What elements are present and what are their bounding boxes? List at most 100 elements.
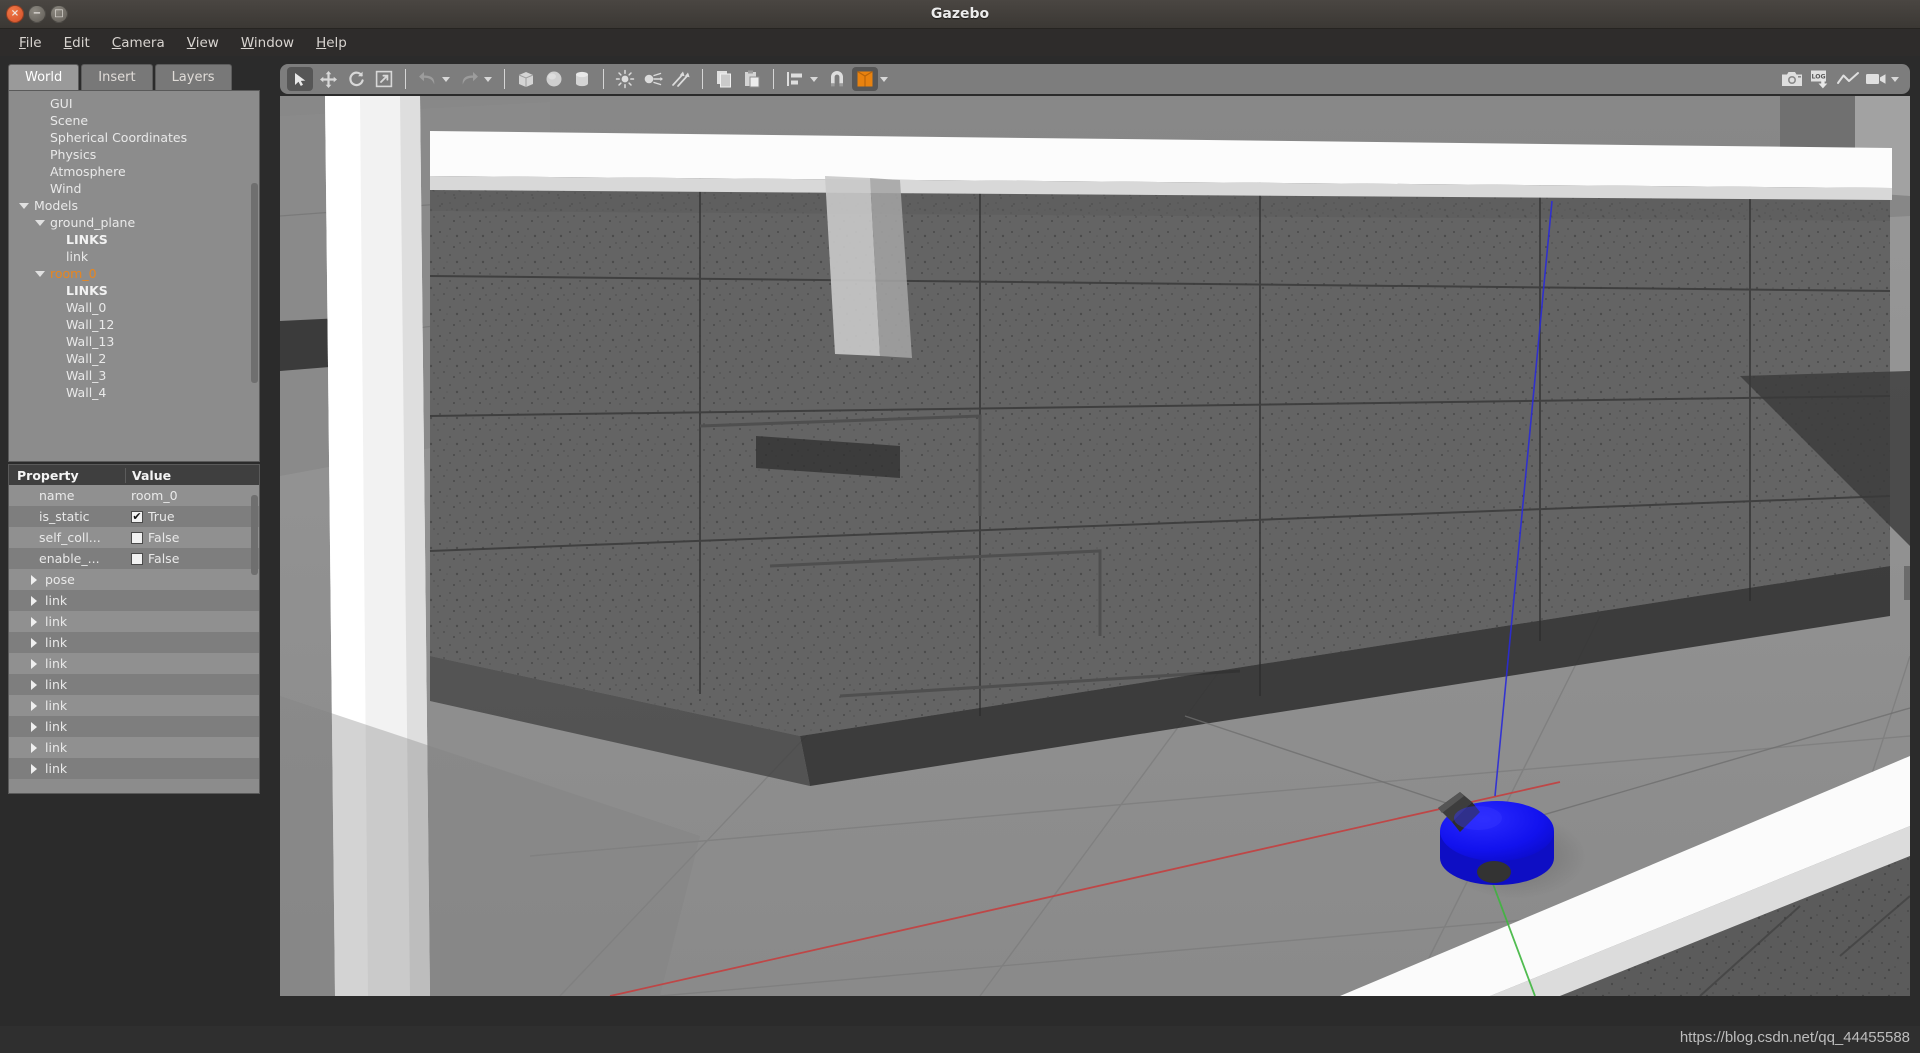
chevron-right-icon[interactable] xyxy=(31,763,37,774)
expandable-property-row[interactable]: link xyxy=(9,632,259,653)
scale-mode-button[interactable] xyxy=(371,67,397,91)
tree-item-models[interactable]: Models xyxy=(9,197,259,214)
align-dropdown-caret[interactable] xyxy=(810,76,818,82)
tree-item-atmosphere[interactable]: Atmosphere xyxy=(9,163,259,180)
snap-button[interactable] xyxy=(824,67,850,91)
chevron-right-icon[interactable] xyxy=(31,658,37,669)
chevron-right-icon[interactable] xyxy=(31,637,37,648)
property-value[interactable]: False xyxy=(125,548,259,569)
tree-item-label: Wall_13 xyxy=(66,334,115,349)
expandable-property-row[interactable]: link xyxy=(9,611,259,632)
property-value[interactable]: room_0 xyxy=(125,485,259,506)
expandable-property-row[interactable]: pose xyxy=(9,569,259,590)
tree-item-spherical-coordinates[interactable]: Spherical Coordinates xyxy=(9,129,259,146)
expandable-property-row[interactable]: link xyxy=(9,737,259,758)
property-row[interactable]: name room_0 xyxy=(9,485,259,506)
tree-item-wind[interactable]: Wind xyxy=(9,180,259,197)
tree-item-wall-3[interactable]: Wall_3 xyxy=(9,367,259,384)
menu-file[interactable]: File xyxy=(8,32,53,54)
undo-dropdown-caret[interactable] xyxy=(442,76,450,82)
redo-dropdown-caret[interactable] xyxy=(484,76,492,82)
view-angle-dropdown-caret[interactable] xyxy=(880,76,888,82)
chevron-right-icon[interactable] xyxy=(31,679,37,690)
property-value[interactable]: ✔ True xyxy=(125,506,259,527)
align-button[interactable] xyxy=(782,67,808,91)
tree-item-ground-plane[interactable]: ground_plane xyxy=(9,214,259,231)
scale-icon xyxy=(375,70,393,88)
chevron-right-icon[interactable] xyxy=(31,616,37,627)
view-angle-button[interactable] xyxy=(852,67,878,91)
expandable-property-row[interactable]: link xyxy=(9,716,259,737)
chevron-right-icon[interactable] xyxy=(31,595,37,606)
tree-item-wall-4[interactable]: Wall_4 xyxy=(9,384,259,401)
property-value[interactable]: False xyxy=(125,527,259,548)
tree-item-wall-0[interactable]: Wall_0 xyxy=(9,299,259,316)
tree-item-link[interactable]: link xyxy=(9,248,259,265)
tree-item-links[interactable]: LINKS xyxy=(9,282,259,299)
tree-item-room-0[interactable]: room_0 xyxy=(9,265,259,282)
video-record-button[interactable] xyxy=(1863,67,1889,91)
insert-sphere-button[interactable] xyxy=(541,67,567,91)
menu-camera[interactable]: Camera xyxy=(101,32,176,54)
expandable-property-row[interactable]: link xyxy=(9,758,259,779)
insert-cylinder-button[interactable] xyxy=(569,67,595,91)
tree-item-gui[interactable]: GUI xyxy=(9,95,259,112)
expandable-property-row[interactable]: link xyxy=(9,653,259,674)
redo-button[interactable] xyxy=(456,67,482,91)
tab-layers[interactable]: Layers xyxy=(154,64,232,91)
chevron-down-icon[interactable] xyxy=(35,270,45,277)
property-scrollbar[interactable] xyxy=(251,495,258,575)
toolbar-separator-4 xyxy=(702,69,703,89)
menu-view[interactable]: View xyxy=(176,32,230,54)
tree-item-wall-2[interactable]: Wall_2 xyxy=(9,350,259,367)
checkbox-unchecked-icon[interactable] xyxy=(131,531,143,544)
property-row[interactable]: enable_... False xyxy=(9,548,259,569)
expandable-property-row[interactable]: link xyxy=(9,695,259,716)
tree-item-label: Wall_3 xyxy=(66,368,107,383)
select-mode-button[interactable] xyxy=(287,67,313,91)
menu-help[interactable]: Help xyxy=(305,32,358,54)
chevron-right-icon[interactable] xyxy=(31,742,37,753)
translate-mode-button[interactable] xyxy=(315,67,341,91)
checkbox-unchecked-icon[interactable] xyxy=(131,552,143,565)
plot-button[interactable] xyxy=(1835,67,1861,91)
rotate-mode-button[interactable] xyxy=(343,67,369,91)
property-row[interactable]: is_static ✔ True xyxy=(9,506,259,527)
video-dropdown-caret[interactable] xyxy=(1891,76,1899,82)
chevron-right-icon[interactable] xyxy=(31,700,37,711)
paste-button[interactable] xyxy=(739,67,765,91)
menu-window[interactable]: Window xyxy=(230,32,305,54)
tree-scrollbar[interactable] xyxy=(251,183,258,383)
screenshot-button[interactable] xyxy=(1779,67,1805,91)
menu-edit[interactable]: Edit xyxy=(53,32,101,54)
tree-item-physics[interactable]: Physics xyxy=(9,146,259,163)
tab-world[interactable]: World xyxy=(8,64,80,91)
expandable-property-row[interactable]: link xyxy=(9,590,259,611)
chevron-down-icon[interactable] xyxy=(19,202,29,209)
tree-item-label: Wall_2 xyxy=(66,351,107,366)
insert-box-button[interactable] xyxy=(513,67,539,91)
property-value-text: False xyxy=(148,530,180,545)
tree-item-wall-13[interactable]: Wall_13 xyxy=(9,333,259,350)
toolbar-separator-2 xyxy=(504,69,505,89)
tree-item-links[interactable]: LINKS xyxy=(9,231,259,248)
3d-viewport[interactable] xyxy=(280,96,1910,996)
property-row[interactable]: self_coll... False xyxy=(9,527,259,548)
log-data-button[interactable]: LOG xyxy=(1807,67,1833,91)
insert-point-light-button[interactable] xyxy=(612,67,638,91)
viewport-scrollbar[interactable] xyxy=(1904,566,1910,600)
insert-spot-light-button[interactable] xyxy=(640,67,666,91)
chevron-down-icon[interactable] xyxy=(35,219,45,226)
tab-insert[interactable]: Insert xyxy=(81,64,153,91)
checkbox-checked-icon[interactable]: ✔ xyxy=(131,510,143,523)
tree-item-scene[interactable]: Scene xyxy=(9,112,259,129)
point-light-icon xyxy=(615,69,635,89)
world-tree[interactable]: GUI Scene Spherical Coordinates Physics Atmo… xyxy=(8,90,260,462)
undo-button[interactable] xyxy=(414,67,440,91)
chevron-right-icon[interactable] xyxy=(31,574,37,585)
chevron-right-icon[interactable] xyxy=(31,721,37,732)
copy-button[interactable] xyxy=(711,67,737,91)
expandable-property-row[interactable]: link xyxy=(9,674,259,695)
tree-item-wall-12[interactable]: Wall_12 xyxy=(9,316,259,333)
insert-directional-light-button[interactable] xyxy=(668,67,694,91)
